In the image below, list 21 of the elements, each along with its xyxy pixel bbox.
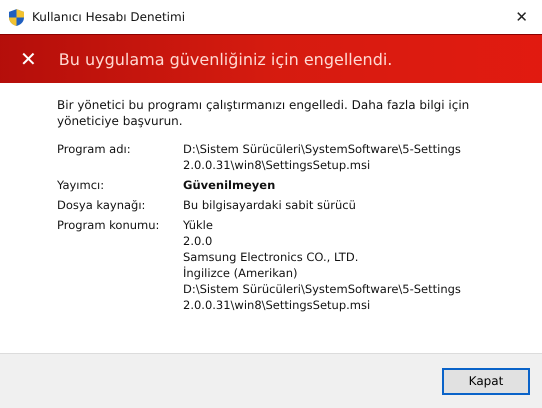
detail-label: Yayımcı: — [57, 177, 106, 193]
message-text: Bir yönetici bu programı çalıştırmanızı engelledi. Daha fazla bilgi için yöneticiye başvurun. — [57, 97, 470, 129]
shield-icon — [9, 8, 24, 26]
window-title: Kullanıcı Hesabı Denetimi — [32, 10, 186, 24]
detail-value: D:\Sistem Sürücüleri\SystemSoftware\5-Settings — [183, 141, 462, 157]
detail-value: 2.0.0.31\win8\SettingsSetup.msi — [183, 297, 372, 313]
detail-value: D:\Sistem Sürücüleri\SystemSoftware\5-Settings — [183, 281, 462, 297]
detail-label: Dosya kaynağı: — [57, 197, 146, 213]
close-button[interactable]: ✕ — [509, 8, 534, 26]
detail-label: Program adı: — [57, 141, 132, 158]
close-dialog-button[interactable]: Kapat — [442, 368, 530, 394]
detail-value: 2.0.0 — [183, 233, 214, 249]
detail-value: 2.0.0.31\win8\SettingsSetup.msi — [183, 157, 372, 173]
detail-value: Güvenilmeyen — [183, 177, 276, 193]
detail-value: Samsung Electronics CO., LTD. — [183, 249, 360, 265]
detail-value: Yükle — [183, 217, 214, 233]
detail-value: İngilizce (Amerikan) — [183, 265, 298, 281]
banner-text: Bu uygulama güvenliğiniz için engellendi. — [58, 50, 392, 68]
detail-label: Program konumu: — [57, 217, 160, 234]
blocked-icon: ✕ — [20, 47, 37, 71]
detail-value: Bu bilgisayardaki sabit sürücü — [183, 197, 357, 213]
